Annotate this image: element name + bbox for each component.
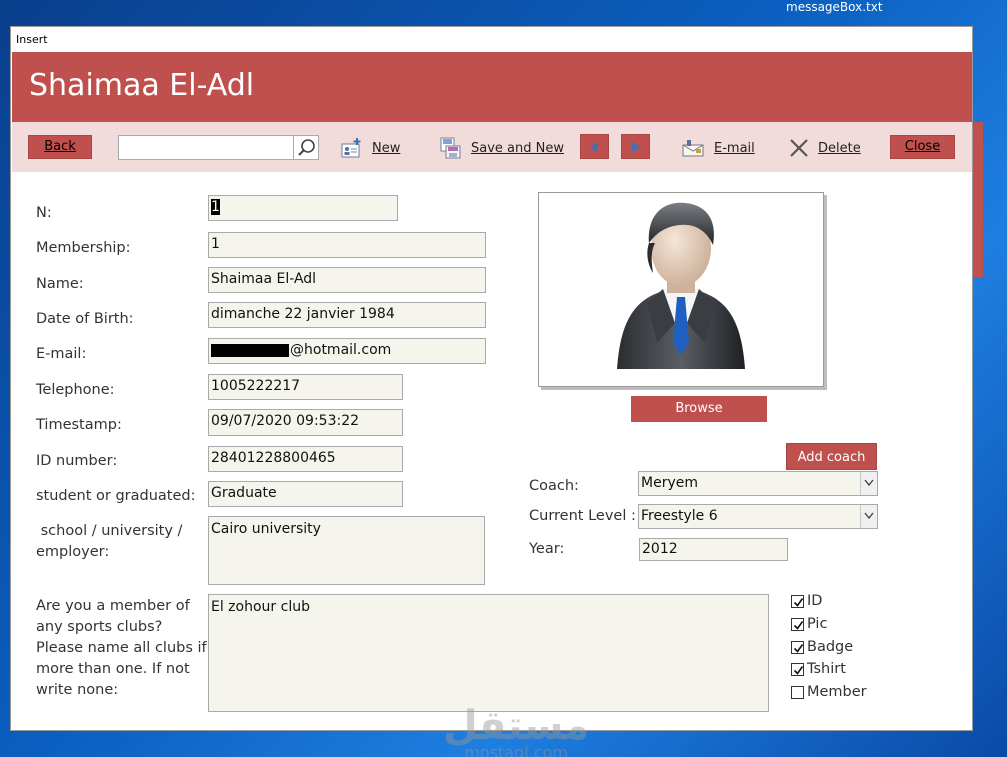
- checkmark-icon: [793, 665, 804, 675]
- membership-field[interactable]: 1: [208, 232, 486, 258]
- email-button[interactable]: E-mail: [682, 135, 755, 161]
- coach-label: Coach:: [529, 478, 579, 494]
- insert-window: Insert Shaimaa El-Adl Back New Save and …: [10, 26, 983, 757]
- id-number-field[interactable]: 28401228800465: [208, 446, 403, 472]
- save-icon: [440, 137, 461, 159]
- window-edge-accent: [973, 122, 983, 277]
- level-select[interactable]: Freestyle 6: [638, 504, 878, 529]
- checkbox-pic[interactable]: [791, 617, 804, 631]
- clubs-label-line1: Are you a member of: [36, 598, 190, 614]
- clubs-field[interactable]: El zohour club: [208, 594, 769, 712]
- check-badge[interactable]: Badge: [791, 639, 853, 655]
- email-label: E-mail: [714, 140, 755, 156]
- checkbox-member[interactable]: [791, 685, 804, 699]
- name-label: Name:: [36, 276, 84, 292]
- status-field[interactable]: Graduate: [208, 481, 403, 507]
- clubs-label-line4: more than one. If not: [36, 661, 190, 677]
- membership-label: Membership:: [36, 240, 131, 256]
- email-value: @hotmail.com: [290, 342, 392, 358]
- name-field[interactable]: Shaimaa El-Adl: [208, 267, 486, 293]
- email-input[interactable]: @hotmail.com: [208, 338, 486, 364]
- person-avatar-icon: [617, 202, 745, 369]
- member-photo: [538, 192, 824, 387]
- redaction-mark: [211, 343, 289, 357]
- checkbox-badge[interactable]: [791, 640, 804, 654]
- level-label: Current Level :: [529, 508, 636, 524]
- search-icon: [298, 139, 315, 156]
- school-label-line2: employer:: [36, 544, 110, 560]
- checkmark-icon: [793, 620, 804, 630]
- clubs-label-line2: any sports clubs?: [36, 619, 163, 635]
- previous-record-button[interactable]: [580, 134, 609, 159]
- level-dropdown-button[interactable]: [860, 505, 877, 528]
- new-record-icon: [341, 138, 361, 158]
- year-field[interactable]: 2012: [639, 538, 788, 561]
- check-id-label: ID: [807, 593, 823, 609]
- email-field-label: E-mail:: [36, 346, 87, 362]
- next-record-button[interactable]: [621, 134, 650, 159]
- window-title: Insert: [11, 27, 972, 51]
- checkmark-icon: [793, 597, 804, 607]
- school-field[interactable]: Cairo university: [208, 516, 485, 585]
- save-and-new-label: Save and New: [471, 140, 564, 156]
- check-pic[interactable]: Pic: [791, 616, 827, 632]
- search-input[interactable]: [118, 135, 294, 160]
- telephone-label: Telephone:: [36, 382, 115, 398]
- desktop-file-label[interactable]: messageBox.txt: [786, 0, 883, 14]
- browse-button[interactable]: Browse: [631, 396, 767, 422]
- n-value: 1: [211, 199, 220, 215]
- level-value: Freestyle 6: [641, 508, 718, 524]
- telephone-field[interactable]: 1005222217: [208, 374, 403, 400]
- coach-dropdown-button[interactable]: [860, 472, 877, 495]
- n-label: N:: [36, 205, 52, 221]
- check-member[interactable]: Member: [791, 684, 867, 700]
- check-member-label: Member: [807, 684, 867, 700]
- check-pic-label: Pic: [807, 616, 828, 632]
- record-title: Shaimaa El-Adl: [29, 68, 255, 103]
- year-label: Year:: [529, 541, 565, 557]
- save-and-new-button[interactable]: Save and New: [439, 135, 564, 161]
- search-button[interactable]: [293, 135, 319, 160]
- status-label: student or graduated:: [36, 488, 196, 504]
- coach-value: Meryem: [641, 475, 698, 491]
- n-field[interactable]: 1: [208, 195, 398, 221]
- check-id[interactable]: ID: [791, 593, 822, 609]
- dob-label: Date of Birth:: [36, 311, 134, 327]
- chevron-down-icon: [864, 479, 874, 487]
- arrow-right-icon: [632, 141, 640, 153]
- close-button[interactable]: Close: [890, 135, 955, 159]
- delete-icon: [790, 139, 808, 157]
- coach-select[interactable]: Meryem: [638, 471, 878, 496]
- add-coach-button[interactable]: Add coach: [786, 443, 877, 470]
- check-badge-label: Badge: [807, 639, 854, 655]
- clubs-label-line3: Please name all clubs if: [36, 640, 207, 656]
- checkbox-id[interactable]: [791, 594, 804, 608]
- watermark-arabic: مستقل: [443, 703, 590, 749]
- timestamp-label: Timestamp:: [36, 417, 122, 433]
- back-button[interactable]: Back: [28, 135, 92, 159]
- watermark: مستقل mostaql.com: [443, 703, 590, 757]
- clubs-label-line5: write none:: [36, 682, 119, 698]
- timestamp-field[interactable]: 09/07/2020 09:53:22: [208, 409, 403, 436]
- id-number-label: ID number:: [36, 453, 118, 469]
- check-tshirt[interactable]: Tshirt: [791, 661, 846, 677]
- form-header: Shaimaa El-Adl: [12, 52, 972, 122]
- new-button[interactable]: New: [340, 135, 400, 161]
- school-label-line1: school / university /: [36, 523, 183, 539]
- chevron-down-icon: [864, 512, 874, 520]
- dob-field[interactable]: dimanche 22 janvier 1984: [208, 302, 486, 328]
- email-icon: [682, 140, 704, 157]
- arrow-left-icon: [590, 141, 598, 153]
- check-tshirt-label: Tshirt: [807, 661, 846, 677]
- delete-label: Delete: [818, 140, 861, 156]
- delete-button[interactable]: Delete: [788, 135, 861, 161]
- new-label: New: [372, 140, 401, 156]
- watermark-latin: mostaql.com: [464, 743, 568, 757]
- checkbox-tshirt[interactable]: [791, 662, 804, 676]
- checkmark-icon: [793, 643, 804, 653]
- toolbar: Back New Save and New E-mail Delete Clos…: [12, 122, 972, 172]
